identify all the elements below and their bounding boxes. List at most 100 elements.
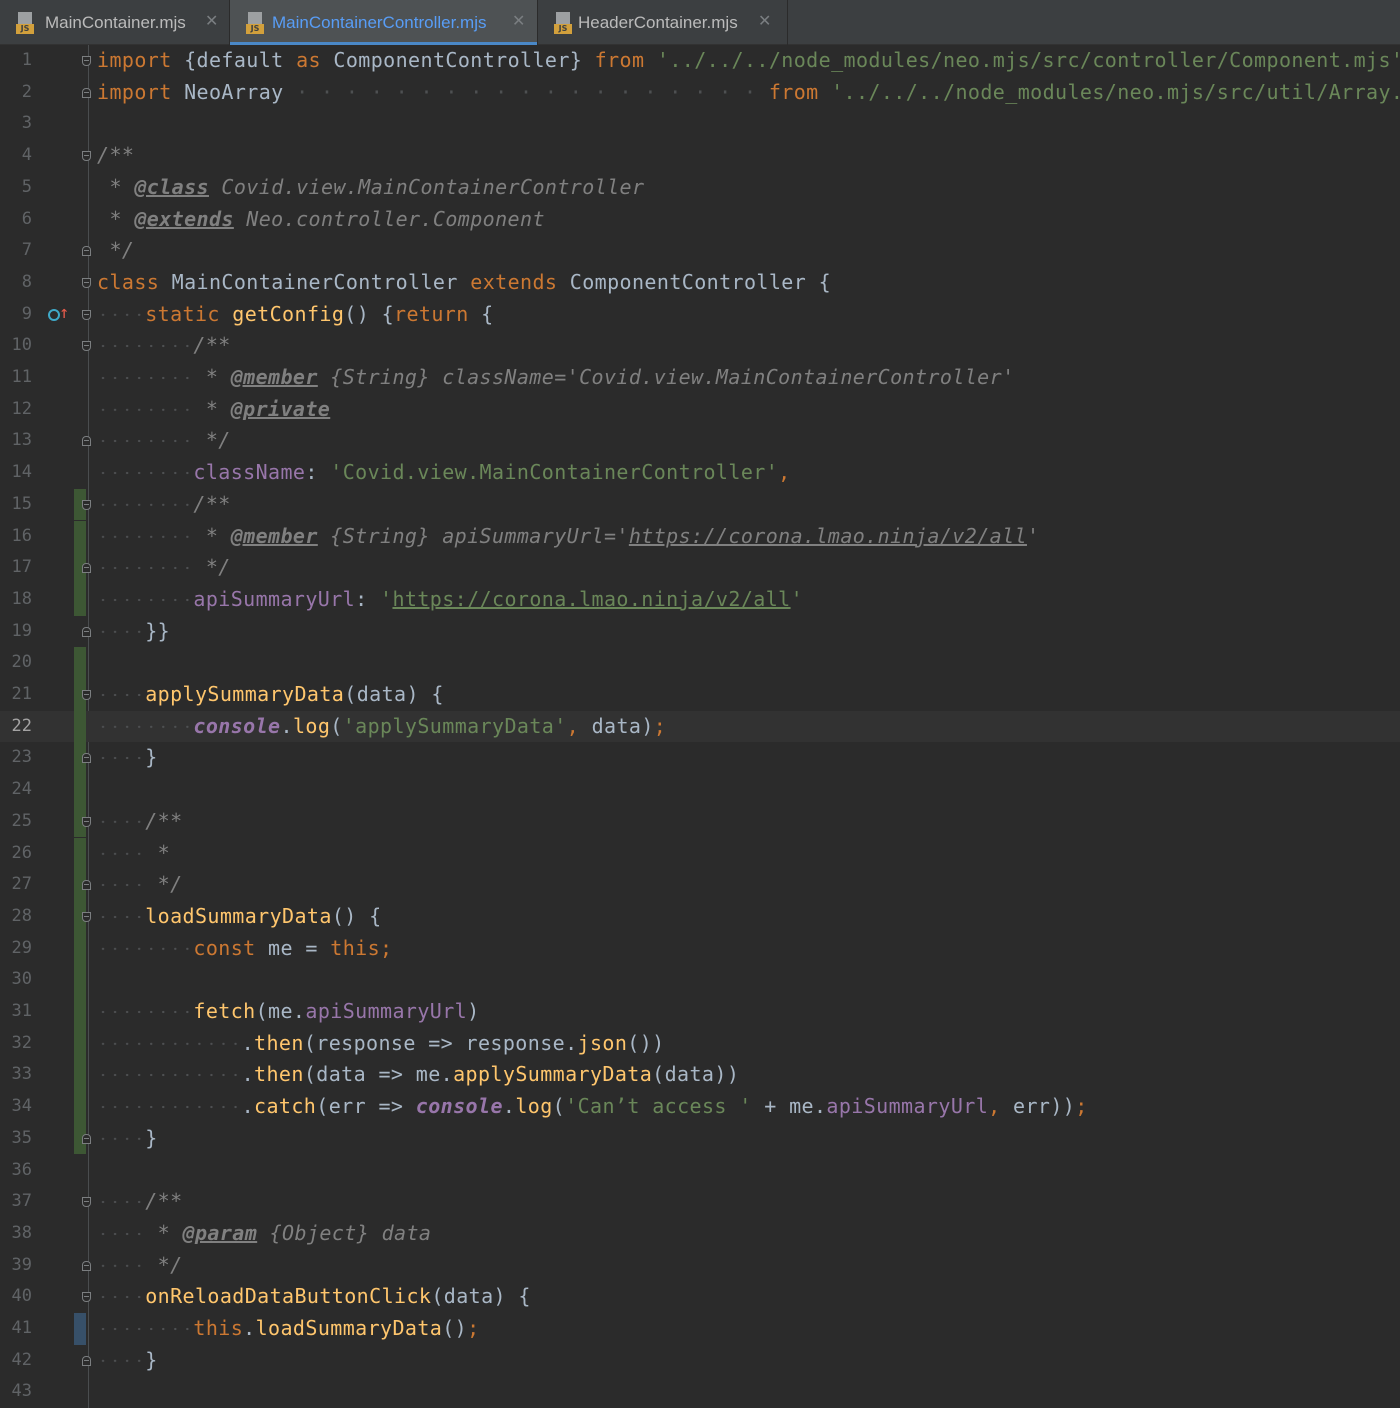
code-line[interactable]: 34 .catch(err => console.log('Can’t acces… xyxy=(0,1091,1400,1123)
vcs-change-marker[interactable] xyxy=(74,647,86,679)
fold-end-icon[interactable] xyxy=(82,563,91,574)
fold-collapse-icon[interactable] xyxy=(82,151,91,162)
fold-collapse-icon[interactable] xyxy=(82,690,91,700)
code-token: {default xyxy=(171,48,297,72)
code-line[interactable]: 28 loadSummaryData() { xyxy=(0,900,1400,933)
code-line[interactable]: 13 */ xyxy=(0,425,1400,458)
vcs-change-marker[interactable] xyxy=(74,710,86,743)
code-line[interactable]: 7 */ xyxy=(0,235,1400,267)
code-line[interactable]: 31 fetch(me.apiSummaryUrl) xyxy=(0,996,1400,1028)
code-line[interactable]: 38 * @param {Object} data xyxy=(0,1217,1400,1250)
code-token: /** xyxy=(193,333,231,358)
code-line[interactable]: 21 applySummaryData(data) { xyxy=(0,679,1400,711)
code-editor[interactable]: 1 import {default as ComponentController}… xyxy=(0,45,1400,1408)
close-tab-icon[interactable]: ✕ xyxy=(758,12,771,32)
code-line[interactable]: 8 class MainContainerController extends C… xyxy=(0,267,1400,299)
code-line[interactable]: 2 import NeoArray · · · · · · · · · · · ·… xyxy=(0,77,1400,109)
code-line[interactable]: 27 */ xyxy=(0,869,1400,901)
code-line[interactable]: 18 apiSummaryUrl: 'https://corona.lmao.ni… xyxy=(0,583,1400,616)
vcs-change-marker[interactable] xyxy=(74,1027,86,1060)
code-line[interactable]: 5 * @class Covid.view.MainContainerContr… xyxy=(0,172,1400,204)
code-line[interactable]: 29 const me = this; xyxy=(0,932,1400,965)
code-token: className xyxy=(193,460,306,485)
code-line[interactable]: 6 * @extends Neo.controller.Component xyxy=(0,204,1400,236)
code-line[interactable]: 1 import {default as ComponentController}… xyxy=(0,45,1400,77)
fold-collapse-icon[interactable] xyxy=(82,499,91,510)
fold-end-icon[interactable] xyxy=(82,1355,91,1366)
code-line[interactable]: 37 /** xyxy=(0,1186,1400,1218)
fold-collapse-icon[interactable] xyxy=(82,1292,91,1303)
code-line[interactable]: 3 xyxy=(0,108,1400,140)
code-line[interactable]: 43 xyxy=(0,1376,1400,1408)
code-line[interactable]: 35} xyxy=(0,1122,1400,1155)
fold-end-icon[interactable] xyxy=(82,1260,91,1271)
code-line[interactable]: 23} xyxy=(0,742,1400,775)
tab-main-container-controller[interactable]: JS MainContainerController.mjs ✕ xyxy=(230,0,538,45)
code-line[interactable]: 19}} xyxy=(0,615,1400,648)
code-line[interactable]: 22 console.log('applySummaryData', data); xyxy=(0,710,1400,743)
fold-end-icon[interactable] xyxy=(82,1133,91,1144)
code-line[interactable]: 39 */ xyxy=(0,1249,1400,1282)
close-tab-icon[interactable]: ✕ xyxy=(205,12,218,32)
tab-header-container[interactable]: JS HeaderContainer.mjs ✕ xyxy=(538,0,788,45)
fold-end-icon[interactable] xyxy=(82,880,91,891)
code-line[interactable]: 20 xyxy=(0,647,1400,679)
code-line[interactable]: 30 xyxy=(0,964,1400,996)
tab-main-container[interactable]: JS MainContainer.mjs ✕ xyxy=(0,0,230,45)
code-line[interactable]: 32 .then(response => response.json()) xyxy=(0,1027,1400,1060)
code-line[interactable]: 40 onReloadDataButtonClick(data) { xyxy=(0,1281,1400,1313)
code-line[interactable]: 11 * @member {String} className='Covid.v… xyxy=(0,362,1400,394)
vcs-change-marker[interactable] xyxy=(74,1091,86,1123)
code-line[interactable]: 36 xyxy=(0,1155,1400,1187)
code-line[interactable]: 17 */ xyxy=(0,552,1400,584)
vcs-change-marker[interactable] xyxy=(74,1313,86,1345)
code-token: catch xyxy=(254,1094,317,1119)
code-line[interactable]: 41 this.loadSummaryData(); xyxy=(0,1313,1400,1345)
code-line[interactable]: 42} xyxy=(0,1344,1400,1377)
overrides-method-icon[interactable]: ↑ xyxy=(46,303,72,324)
code-line[interactable]: 12 * @private xyxy=(0,393,1400,426)
fold-end-icon[interactable] xyxy=(82,626,91,637)
fold-collapse-icon[interactable] xyxy=(82,816,91,827)
code-line[interactable]: 25 /** xyxy=(0,805,1400,838)
fold-end-icon[interactable] xyxy=(82,87,91,98)
code-token: {Object} data xyxy=(257,1220,432,1245)
code-line[interactable]: 9 ↑ static getConfig() {return { xyxy=(0,298,1400,331)
indent-whitespace-dots xyxy=(97,520,194,553)
code-token: loadSummaryData xyxy=(255,1316,443,1340)
fold-end-icon[interactable] xyxy=(82,436,91,447)
code-line[interactable]: 14 className: 'Covid.view.MainContainerCo… xyxy=(0,457,1400,489)
code-line[interactable]: 16 * @member {String} apiSummaryUrl='htt… xyxy=(0,520,1400,553)
vcs-change-marker[interactable] xyxy=(74,996,86,1028)
fold-end-icon[interactable] xyxy=(82,753,91,764)
code-token: https://corona.lmao.ninja/v2/all xyxy=(392,586,791,611)
fold-collapse-icon[interactable] xyxy=(82,341,91,352)
vcs-change-marker[interactable] xyxy=(74,964,86,996)
fold-end-icon[interactable] xyxy=(82,246,91,257)
code-text: /** xyxy=(145,1186,182,1218)
line-number: 20 xyxy=(11,652,32,673)
code-line[interactable]: 4 /** xyxy=(0,140,1400,172)
close-tab-icon[interactable]: ✕ xyxy=(512,12,525,32)
vcs-change-marker[interactable] xyxy=(74,932,86,965)
vcs-change-marker[interactable] xyxy=(74,583,86,616)
code-line[interactable]: 26 * xyxy=(0,837,1400,870)
code-text: const me = this; xyxy=(193,933,392,965)
fold-collapse-icon[interactable] xyxy=(82,277,91,288)
code-line[interactable]: 24 xyxy=(0,774,1400,806)
code-line[interactable]: 33 .then(data => me.applySummaryData(data… xyxy=(0,1059,1400,1092)
code-line[interactable]: 15 /** xyxy=(0,488,1400,521)
code-line[interactable]: 10 /** xyxy=(0,330,1400,362)
code-token: /** xyxy=(193,491,231,516)
code-token: loadSummaryData xyxy=(145,903,332,928)
vcs-change-marker[interactable] xyxy=(74,774,86,806)
fold-collapse-icon[interactable] xyxy=(82,56,91,66)
vcs-change-marker[interactable] xyxy=(74,520,86,553)
vcs-change-marker[interactable] xyxy=(74,837,86,870)
fold-collapse-icon[interactable] xyxy=(82,1197,91,1208)
fold-collapse-icon[interactable] xyxy=(82,911,91,922)
tab-label: MainContainer.mjs xyxy=(45,13,186,32)
code-token: */ xyxy=(193,555,231,580)
fold-collapse-icon[interactable] xyxy=(82,309,91,320)
vcs-change-marker[interactable] xyxy=(74,1059,86,1092)
